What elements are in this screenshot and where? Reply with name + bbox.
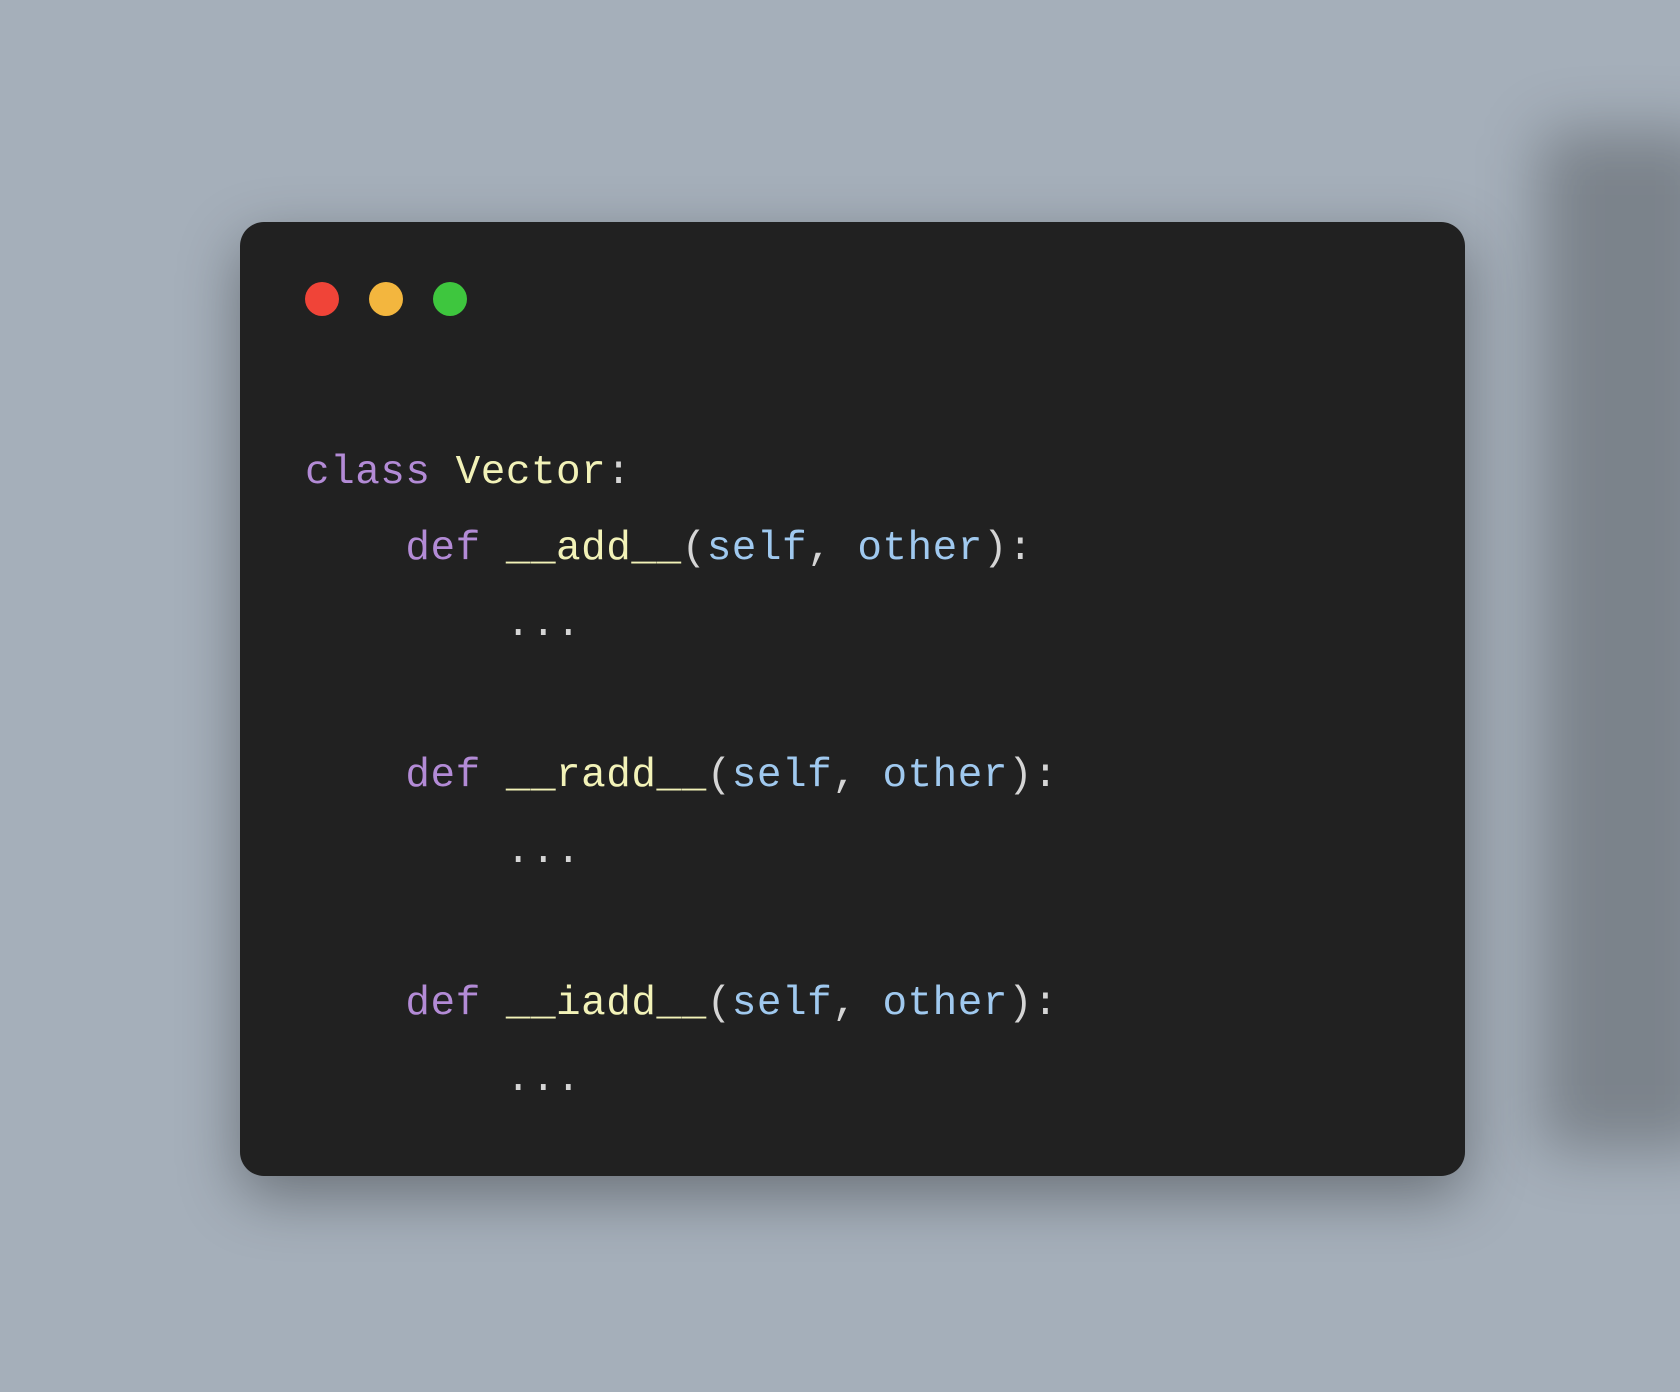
rparen: ) (983, 526, 1008, 572)
lparen: ( (682, 526, 707, 572)
code-content: class Vector: def __add__(self, other): … (305, 436, 1405, 1119)
close-button[interactable] (305, 282, 339, 316)
keyword-def: def (405, 753, 480, 799)
comma: , (832, 753, 882, 799)
param-self: self (707, 526, 807, 572)
rparen: ) (1008, 753, 1033, 799)
colon: : (1008, 526, 1033, 572)
param-other: other (882, 981, 1008, 1027)
keyword-class: class (305, 450, 431, 496)
background-shadow (1540, 130, 1680, 1150)
maximize-button[interactable] (433, 282, 467, 316)
comma: , (807, 526, 857, 572)
class-name: Vector (456, 450, 607, 496)
code-window: class Vector: def __add__(self, other): … (240, 222, 1465, 1176)
colon: : (1033, 753, 1058, 799)
comma: , (832, 981, 882, 1027)
param-self: self (732, 981, 832, 1027)
ellipsis: ... (506, 1057, 581, 1103)
param-other: other (857, 526, 983, 572)
lparen: ( (707, 753, 732, 799)
ellipsis: ... (506, 829, 581, 875)
param-self: self (732, 753, 832, 799)
minimize-button[interactable] (369, 282, 403, 316)
keyword-def: def (405, 981, 480, 1027)
lparen: ( (707, 981, 732, 1027)
method-name-iadd: __iadd__ (506, 981, 707, 1027)
keyword-def: def (405, 526, 480, 572)
colon: : (606, 450, 631, 496)
rparen: ) (1008, 981, 1033, 1027)
param-other: other (882, 753, 1008, 799)
method-name-add: __add__ (506, 526, 682, 572)
method-name-radd: __radd__ (506, 753, 707, 799)
window-controls (305, 282, 1405, 316)
ellipsis: ... (506, 602, 581, 648)
colon: : (1033, 981, 1058, 1027)
